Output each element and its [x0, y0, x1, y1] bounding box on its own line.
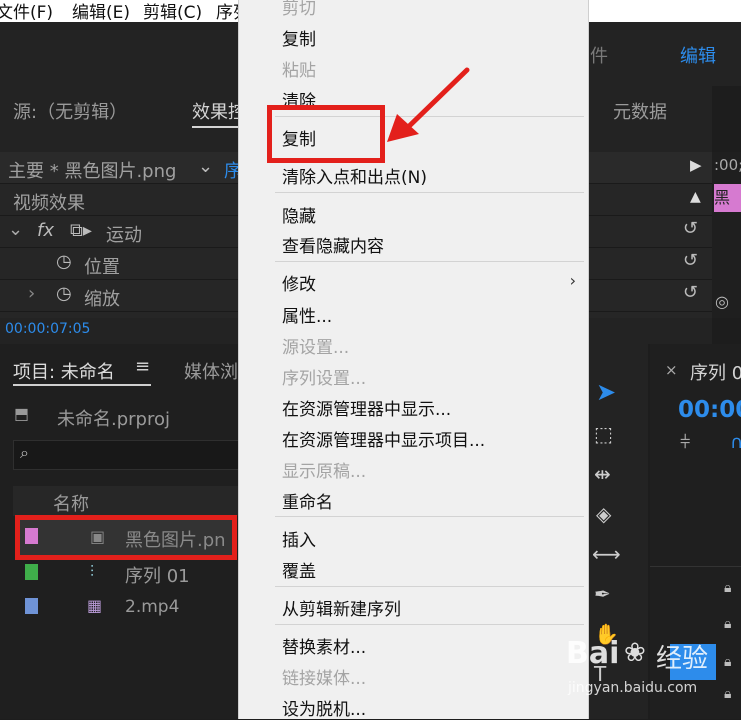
menu-item-reveal-project-in-explorer[interactable]: 在资源管理器中显示项目... — [282, 426, 485, 451]
reset-icon[interactable]: ↺ — [683, 282, 698, 303]
menu-item-properties[interactable]: 属性... — [282, 302, 332, 327]
column-name-header[interactable]: 名称 — [53, 490, 89, 516]
slip-tool-icon[interactable]: ⟷ — [592, 542, 621, 566]
menu-item-reveal-in-explorer[interactable]: 在资源管理器中显示... — [282, 395, 451, 420]
context-menu: 剪切 复制 粘贴 清除 复制 清除入点和出点(N) 隐藏 查看隐藏内容 修改 ›… — [238, 0, 589, 720]
highlight-annotation — [15, 515, 237, 560]
chevron-right-icon: › — [569, 271, 576, 290]
item-name: 2.mp4 — [125, 597, 180, 617]
menu-item-sequence-settings[interactable]: 序列设置... — [282, 364, 366, 389]
menu-separator — [275, 624, 584, 625]
panel-menu-icon[interactable]: ≡ — [135, 356, 150, 377]
list-header: 名称 — [13, 486, 243, 516]
menu-file[interactable]: 文件(F) — [0, 0, 53, 23]
collapse-up-icon[interactable]: ▲ — [690, 189, 701, 205]
menu-item-clear-in-out[interactable]: 清除入点和出点(N) — [282, 163, 427, 188]
menu-separator — [275, 516, 584, 517]
chevron-right-icon[interactable]: › — [28, 283, 35, 304]
lock-icon[interactable]: 🔒︎ — [724, 616, 731, 632]
lock-icon[interactable]: 🔒︎ — [724, 580, 731, 596]
highlight-annotation — [267, 105, 385, 163]
scale-label: 缩放 — [84, 289, 120, 310]
menu-separator — [275, 192, 584, 193]
menu-item-cut[interactable]: 剪切 — [282, 0, 316, 19]
menu-item-paste[interactable]: 粘贴 — [282, 56, 316, 81]
menu-edit[interactable]: 编辑(E) — [72, 0, 130, 23]
linked-selection-icon[interactable]: ∩ — [730, 432, 741, 453]
timeline-timecode: :00; — [714, 156, 741, 174]
fx-icon: fx — [37, 220, 54, 241]
clip-header[interactable]: 主要 * 黑色图片.png — [8, 157, 176, 183]
paw-icon: ❀ — [624, 638, 646, 668]
video-effects-label: 视频效果 — [13, 193, 85, 214]
razor-tool-icon[interactable]: ◈ — [596, 502, 611, 526]
reset-icon[interactable]: ↺ — [683, 218, 698, 239]
effect-timeline: :00; 黑 ◎ — [712, 152, 741, 318]
selection-tool-icon[interactable]: ➤ — [596, 378, 616, 406]
chevron-open-icon[interactable]: ⌄ — [8, 219, 23, 240]
stopwatch-icon[interactable]: ◷ — [56, 251, 72, 272]
project-file-name: 未命名.prproj — [57, 409, 170, 430]
pen-tool-icon[interactable]: ✒ — [594, 582, 611, 606]
watermark: Bai ❀ 经验 jingyan.baidu.com — [560, 636, 741, 719]
menu-item-copy[interactable]: 复制 — [282, 25, 316, 50]
tab-source[interactable]: 源:（无剪辑） — [13, 98, 127, 124]
ripple-edit-tool-icon[interactable]: ⇹ — [594, 462, 611, 486]
position-label: 位置 — [84, 257, 120, 278]
sequence-timecode[interactable]: 00:00 — [678, 397, 741, 423]
clip-bar-label: 黑 — [714, 188, 731, 207]
item-name: 序列 01 — [125, 566, 190, 587]
menu-item-new-sequence-from-clip[interactable]: 从剪辑新建序列 — [282, 595, 401, 620]
reset-icon[interactable]: ↺ — [683, 250, 698, 271]
tab-project[interactable]: 项目: 未命名 — [13, 358, 115, 384]
menu-item-source-settings[interactable]: 源设置... — [282, 333, 349, 358]
close-icon[interactable]: × — [665, 361, 678, 379]
menu-item-overwrite[interactable]: 覆盖 — [282, 557, 316, 582]
menu-item-replace-footage[interactable]: 替换素材... — [282, 633, 366, 658]
folder-icon: ⬒ — [14, 404, 30, 423]
menu-item-rename[interactable]: 重命名 — [282, 488, 333, 513]
label-color-swatch — [25, 564, 38, 580]
chevron-down-icon[interactable]: ⌄ — [198, 156, 213, 177]
watermark-brand: Bai — [566, 636, 620, 671]
search-icon: ⌕ — [20, 443, 29, 462]
workspace-edit[interactable]: 编辑 — [680, 42, 716, 68]
menu-item-modify[interactable]: 修改 — [282, 270, 316, 295]
snap-icon[interactable]: ⫩ — [680, 432, 690, 453]
sequence-icon: ⫶ — [90, 562, 95, 581]
track-select-tool-icon[interactable]: ⬚ — [594, 422, 613, 446]
menu-item-hide[interactable]: 隐藏 — [282, 202, 316, 227]
workspace-item[interactable]: 件 — [590, 42, 608, 68]
current-timecode[interactable]: 00:00:07:05 — [5, 321, 90, 337]
menu-separator — [275, 261, 584, 262]
motion-label: 运动 — [106, 225, 142, 246]
transform-icon: ⧉▸ — [70, 220, 92, 241]
menu-item-make-offline[interactable]: 设为脱机... — [282, 695, 366, 720]
play-icon[interactable]: ▶ — [690, 156, 702, 174]
watermark-brand-2: 经验 — [656, 644, 709, 674]
active-tab-underline — [13, 384, 151, 386]
list-item[interactable]: ⫶ 序列 01 — [15, 558, 235, 590]
tab-sequence[interactable]: 序列 0 — [690, 359, 741, 385]
clip-bar[interactable]: 黑 — [714, 184, 741, 212]
annotation-arrow-icon — [387, 67, 470, 142]
tab-media-browser[interactable]: 媒体浏 — [184, 358, 238, 384]
label-color-swatch — [25, 598, 38, 614]
search-input[interactable]: ⌕ — [13, 440, 255, 470]
watermark-url: jingyan.baidu.com — [568, 680, 698, 696]
track-divider — [650, 566, 741, 567]
tab-metadata[interactable]: 元数据 — [613, 98, 667, 124]
playhead-knob-icon[interactable]: ◎ — [715, 292, 729, 311]
video-file-icon: ▦ — [87, 596, 103, 615]
active-tab-underline — [192, 126, 238, 128]
menu-item-show-original[interactable]: 显示原稿... — [282, 457, 366, 482]
stopwatch-icon[interactable]: ◷ — [56, 283, 72, 304]
menu-separator — [275, 586, 584, 587]
menu-item-link-media[interactable]: 链接媒体... — [282, 664, 366, 689]
menu-clip[interactable]: 剪辑(C) — [143, 0, 202, 23]
list-item[interactable]: ▦ 2.mp4 — [15, 592, 235, 624]
menu-item-insert[interactable]: 插入 — [282, 526, 316, 551]
menu-item-view-hidden[interactable]: 查看隐藏内容 — [282, 232, 384, 257]
